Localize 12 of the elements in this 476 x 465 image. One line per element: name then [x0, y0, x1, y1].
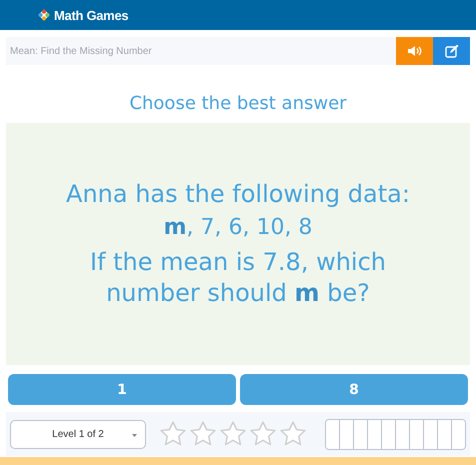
question-text: Anna has the following data:: [66, 178, 410, 210]
edit-icon: [444, 44, 458, 58]
caret-icon: [132, 434, 137, 436]
speaker-icon: [406, 45, 422, 57]
speaker-button[interactable]: [396, 37, 433, 65]
question-text: If the mean is 7.8, which number should m be?: [88, 246, 387, 309]
edit-button[interactable]: [433, 37, 470, 65]
logo-text[interactable]: Math Games: [54, 8, 128, 22]
question-text: m, 7, 6, 10, 8: [164, 214, 312, 242]
topic-title: Mean: Find the Missing Number: [9, 46, 153, 56]
level-select[interactable]: Level 1 of 2: [10, 420, 146, 448]
instruction-text: Choose the best answer: [128, 93, 348, 114]
